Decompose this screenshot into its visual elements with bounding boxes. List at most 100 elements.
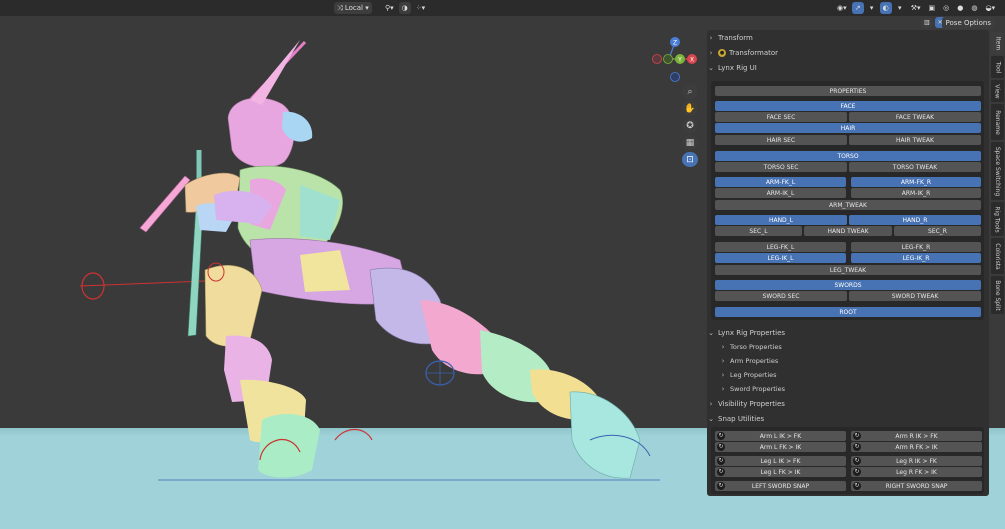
arm-ik-r-button[interactable]: ARM-IK_R [851,188,981,198]
orthographic-toggle-icon[interactable]: ⊡ [682,152,698,167]
hair-button[interactable]: HAIR [715,123,981,133]
snap-icon: ↻ [717,443,725,451]
transformator-panel-header[interactable]: › ● Transformator [707,47,778,59]
bone-icon[interactable]: ⚒▾ [908,2,924,14]
chevron-right-icon: › [721,357,725,365]
sword-tweak-button[interactable]: SWORD TWEAK [849,291,981,301]
lynx-rig-properties-header[interactable]: ⌄ Lynx Rig Properties [707,327,785,339]
leg-l-fk-ik-button[interactable]: ↻ Leg L FK > IK [715,467,846,477]
chevron-right-icon: › [709,400,713,408]
leg-fk-r-button[interactable]: LEG-FK_R [851,242,981,252]
arm-fk-r-button[interactable]: ARM-FK_R [851,177,981,187]
arm-fk-l-button[interactable]: ARM-FK_L [715,177,846,187]
solid-shading-icon[interactable]: ● [954,2,966,14]
navigation-gizmo[interactable]: Z Y X [650,34,700,84]
gizmo-dropdown-icon[interactable]: ▾ [866,2,878,14]
camera-view-icon[interactable]: ✪ [682,118,698,133]
chevron-right-icon: › [721,343,725,351]
snap-target-icon[interactable]: ⁘▾ [413,2,428,14]
leg-r-ik-fk-button[interactable]: ↻ Leg R IK > FK [851,456,982,466]
chevron-right-icon: › [721,385,725,393]
torso-tweak-button[interactable]: TORSO TWEAK [849,162,981,172]
chevron-right-icon: › [709,49,713,57]
arm-r-fk-ik-button[interactable]: ↻ Arm R FK > IK [851,442,982,452]
hand-tweak-button[interactable]: HAND TWEAK [804,226,892,236]
arm-properties-header[interactable]: › Arm Properties [719,355,779,367]
tab-rename[interactable]: Rename [991,104,1004,140]
sidebar-layout-icon[interactable]: ▥ [921,17,933,28]
orientation-group[interactable]: ⤨ Local ▾ [334,2,372,14]
snap-icon: ↻ [853,457,861,465]
leg-fk-l-button[interactable]: LEG-FK_L [715,242,846,252]
pose-options-button[interactable]: Pose Options [941,17,995,29]
tab-colorista[interactable]: Colorista [991,238,1004,274]
tab-tool[interactable]: Tool [991,56,1004,78]
hand-l-button[interactable]: HAND_L [715,215,847,225]
leg-r-fk-ik-button[interactable]: ↻ Leg R FK > IK [851,467,982,477]
xray-icon[interactable]: ▣ [926,2,939,14]
leg-ik-l-button[interactable]: LEG-IK_L [715,253,846,263]
rendered-shading-icon[interactable]: ◒▾ [982,2,998,14]
lynx-rig-ui-header[interactable]: ⌄ Lynx Rig UI [707,62,757,74]
transform-panel-header[interactable]: › Transform [707,32,753,44]
wireframe-shading-icon[interactable]: ◎ [940,2,952,14]
left-sword-snap-button[interactable]: ↻ LEFT SWORD SNAP [715,481,846,491]
visibility-properties-header[interactable]: › Visibility Properties [707,398,785,410]
leg-properties-header[interactable]: › Leg Properties [719,369,777,381]
overlay-toggle-icon[interactable]: ◐ [879,2,892,14]
right-sword-snap-button[interactable]: ↻ RIGHT SWORD SNAP [851,481,982,491]
torso-sec-button[interactable]: TORSO SEC [715,162,847,172]
hair-sec-button[interactable]: HAIR SEC [715,135,847,145]
chevron-right-icon: › [709,34,713,42]
sec-l-button[interactable]: SEC_L [715,226,802,236]
material-shading-icon[interactable]: ◍ [968,2,980,14]
tab-space-switching[interactable]: Space Switching [991,142,1004,200]
snap-icon: ↻ [853,468,861,476]
hand-r-button[interactable]: HAND_R [849,215,981,225]
face-button[interactable]: FACE [715,101,981,111]
gizmo-y-label: Y [677,57,682,64]
sword-sec-button[interactable]: SWORD SEC [715,291,847,301]
pan-hand-icon[interactable]: ✋ [682,101,698,116]
leg-l-ik-fk-button[interactable]: ↻ Leg L IK > FK [715,456,846,466]
gizmo-x-label: X [690,57,694,64]
arm-r-ik-fk-button[interactable]: ↻ Arm R IK > FK [851,431,982,441]
hair-tweak-button[interactable]: HAIR TWEAK [849,135,981,145]
swords-button[interactable]: SWORDS [715,280,981,290]
torso-properties-header[interactable]: › Torso Properties [719,341,782,353]
properties-button[interactable]: PROPERTIES [715,86,981,96]
sec-r-button[interactable]: SEC_R [894,226,981,236]
pivot-point-icon[interactable]: ⚲▾ [382,2,397,14]
transform-orientation-icon: ⤨ [337,3,343,12]
chevron-right-icon: › [721,371,725,379]
navigation-tools: ⌕ ✋ ✪ ▦ ⊡ [682,84,698,167]
grid-view-icon[interactable]: ▦ [682,135,698,150]
arm-l-ik-fk-button[interactable]: ↻ Arm L IK > FK [715,431,846,441]
tab-bone-split[interactable]: Bone Split [991,276,1004,314]
chevron-down-icon: ⌄ [708,329,714,337]
leg-tweak-button[interactable]: LEG_TWEAK [715,265,981,275]
arm-tweak-button[interactable]: ARM_TWEAK [715,200,981,210]
arm-ik-l-button[interactable]: ARM-IK_L [715,188,846,198]
root-button[interactable]: ROOT [715,307,981,317]
gizmo-toggle-icon[interactable]: ↗ [851,2,864,14]
torso-button[interactable]: TORSO [715,151,981,161]
snap-utilities-header[interactable]: ⌄ Snap Utilities [707,413,764,425]
sword-properties-header[interactable]: › Sword Properties [719,383,785,395]
arm-l-fk-ik-button[interactable]: ↻ Arm L FK > IK [715,442,846,452]
face-tweak-button[interactable]: FACE TWEAK [849,112,981,122]
tab-rig-tools[interactable]: Rig Tools [991,202,1004,236]
transform-orientation-dropdown[interactable]: ⤨ Local ▾ [334,2,372,14]
viewport-header: ⤨ Local ▾ ⚲▾ ◑ ⁘▾ ◉▾ ↗ ▾ ◐ ▾ ⚒▾ ▣ ◎ ● ◍ … [0,0,1005,16]
leg-ik-r-button[interactable]: LEG-IK_R [851,253,981,263]
3d-viewport[interactable]: ⤨ Local ▾ ⚲▾ ◑ ⁘▾ ◉▾ ↗ ▾ ◐ ▾ ⚒▾ ▣ ◎ ● ◍ … [0,0,1005,529]
chevron-down-icon: ⌄ [708,64,714,72]
snap-icon: ↻ [717,432,725,440]
snap-toggle-icon[interactable]: ◑ [398,2,411,14]
tab-view[interactable]: View [991,80,1004,102]
tab-item[interactable]: Item [991,32,1004,54]
visibility-icon[interactable]: ◉▾ [834,2,850,14]
overlay-dropdown-icon[interactable]: ▾ [894,2,906,14]
face-sec-button[interactable]: FACE SEC [715,112,847,122]
zoom-icon[interactable]: ⌕ [682,84,698,99]
